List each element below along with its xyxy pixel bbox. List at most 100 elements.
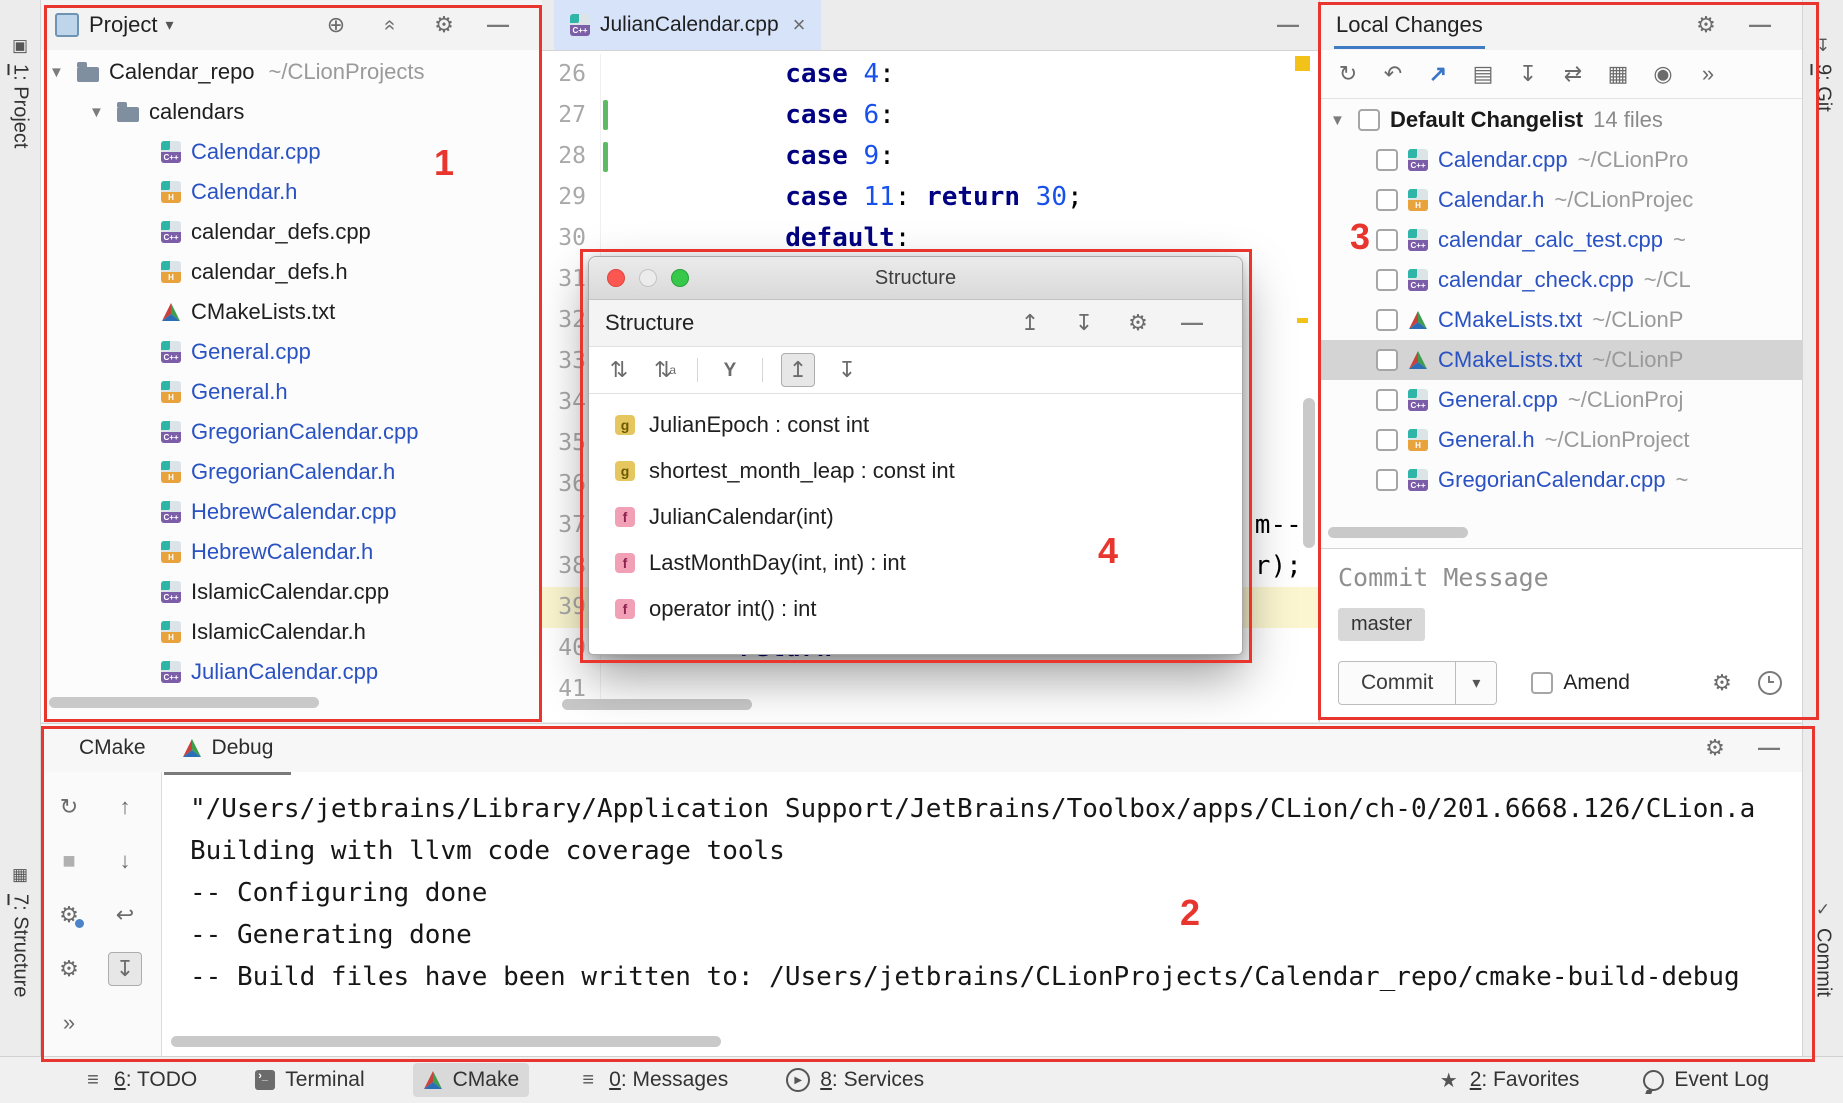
sort-icon[interactable]: ⇅	[605, 356, 633, 384]
changed-file-row[interactable]: C++Calendar.cpp~/CLionPro	[1320, 140, 1804, 180]
checkbox[interactable]	[1376, 309, 1398, 331]
amend-option[interactable]: Amend	[1531, 671, 1630, 695]
status-item-todo[interactable]: ≡6: TODO	[72, 1063, 207, 1097]
structure-window-titlebar[interactable]: Structure	[589, 257, 1242, 300]
status-item-favorites[interactable]: ★2: Favorites	[1428, 1063, 1590, 1098]
cmake-settings-icon[interactable]: ⚙	[55, 901, 83, 929]
project-file-row[interactable]: HGeneral.h	[41, 372, 542, 412]
code-line[interactable]: 27 case 6:	[542, 95, 1318, 136]
changelist-icon[interactable]: ▤	[1469, 60, 1497, 88]
gear-icon[interactable]: ⚙	[1708, 669, 1736, 697]
rollback-icon[interactable]: ↶	[1379, 60, 1407, 88]
update-icon[interactable]: ↧	[1514, 60, 1542, 88]
checkbox[interactable]	[1376, 149, 1398, 171]
preview-icon[interactable]: ◉	[1649, 60, 1677, 88]
changes-horizontal-scrollbar[interactable]	[1328, 527, 1468, 538]
gear-icon[interactable]: ⚙	[430, 11, 458, 39]
checkbox[interactable]	[1376, 429, 1398, 451]
changed-file-row[interactable]: HCalendar.h~/CLionProjec	[1320, 180, 1804, 220]
down-icon[interactable]: ↓	[111, 847, 139, 875]
status-item-services[interactable]: ▶8: Services	[776, 1063, 934, 1097]
soft-wrap-icon[interactable]: ↩	[111, 901, 139, 929]
locate-icon[interactable]: ⊕	[322, 11, 350, 39]
project-file-row[interactable]: HGregorianCalendar.h	[41, 452, 542, 492]
tree-folder-row[interactable]: calendars	[41, 92, 542, 132]
status-item-terminal[interactable]: Terminal	[245, 1063, 374, 1097]
more-icon[interactable]: »	[1694, 60, 1722, 88]
project-file-row[interactable]: C++calendar_defs.cpp	[41, 212, 542, 252]
up-icon[interactable]: ↑	[111, 793, 139, 821]
code-line[interactable]: 30 default:	[542, 218, 1318, 259]
filter-icon[interactable]: Y	[716, 356, 744, 384]
branch-badge[interactable]: master	[1338, 608, 1425, 641]
structure-popup-window[interactable]: Structure Structure ↥↧⚙— ⇅⇅Y↥↧ gJulianEp…	[588, 256, 1243, 655]
bar-down-icon[interactable]: ↧	[833, 356, 861, 384]
changed-file-row[interactable]: C++calendar_calc_test.cpp~	[1320, 220, 1804, 260]
tab-debug[interactable]: Debug	[164, 724, 292, 775]
group-by-icon[interactable]: ▦	[1604, 60, 1632, 88]
checkbox[interactable]	[1376, 189, 1398, 211]
cmake-console[interactable]: "/Users/jetbrains/Library/Application Su…	[162, 772, 1803, 1058]
gear-icon[interactable]: ⚙	[55, 955, 83, 983]
status-item-messages[interactable]: ≡0: Messages	[567, 1063, 738, 1097]
project-file-row[interactable]: HCalendar.h	[41, 172, 542, 212]
changelist-row[interactable]: Default Changelist14 files	[1320, 100, 1804, 140]
bar-up-icon[interactable]: ↥	[781, 353, 815, 387]
code-line[interactable]: 28 case 9:	[542, 136, 1318, 177]
stripe-git-button[interactable]: ↧9: Git	[1812, 34, 1835, 112]
project-file-row[interactable]: C++JulianCalendar.cpp	[41, 652, 542, 692]
checkbox[interactable]	[1376, 389, 1398, 411]
commit-message-input[interactable]: Commit Message	[1338, 563, 1786, 592]
hide-editor-icon[interactable]: —	[1274, 11, 1302, 39]
stripe-commit-button[interactable]: ✓Commit	[1812, 898, 1835, 997]
project-file-row[interactable]: Hcalendar_defs.h	[41, 252, 542, 292]
checkbox[interactable]	[1376, 349, 1398, 371]
changed-file-row[interactable]: C++GregorianCalendar.cpp~	[1320, 460, 1804, 500]
commit-dropdown-button[interactable]: ▾	[1456, 661, 1497, 705]
project-file-row[interactable]: C++General.cpp	[41, 332, 542, 372]
status-item-eventlog[interactable]: Event Log	[1633, 1063, 1779, 1097]
tree-root-row[interactable]: Calendar_repo~/CLionProjects	[41, 52, 542, 92]
sort-alpha-icon[interactable]: ⇅	[651, 356, 679, 384]
history-icon[interactable]	[1758, 671, 1782, 695]
move-icon[interactable]: ⇄	[1559, 60, 1587, 88]
expand-arrow-icon[interactable]	[49, 64, 67, 81]
tab-cmake[interactable]: CMake	[61, 724, 164, 775]
checkbox[interactable]	[1376, 229, 1398, 251]
project-file-row[interactable]: HHebrewCalendar.h	[41, 532, 542, 572]
minimize-icon[interactable]: —	[484, 11, 512, 39]
checkbox[interactable]	[1376, 269, 1398, 291]
refresh-icon[interactable]: ↻	[55, 793, 83, 821]
changed-file-row[interactable]: CMakeLists.txt~/CLionP	[1320, 340, 1804, 380]
expand-arrow-icon[interactable]	[89, 104, 107, 121]
chevron-down-icon[interactable]: ▾	[165, 15, 173, 35]
project-file-row[interactable]: C++HebrewCalendar.cpp	[41, 492, 542, 532]
zoom-window-icon[interactable]	[671, 269, 689, 287]
changed-file-row[interactable]: HGeneral.h~/CLionProject	[1320, 420, 1804, 460]
code-line[interactable]: 26 case 4:	[542, 54, 1318, 95]
amend-checkbox[interactable]	[1531, 672, 1553, 694]
commit-arrow-icon[interactable]: ↗	[1424, 60, 1452, 88]
status-item-cmake[interactable]: CMake	[413, 1063, 530, 1097]
project-file-row[interactable]: CMakeLists.txt	[41, 292, 542, 332]
structure-item[interactable]: foperator int() : int	[589, 586, 1242, 632]
changed-file-row[interactable]: C++calendar_check.cpp~/CL	[1320, 260, 1804, 300]
refresh-icon[interactable]: ↻	[1334, 60, 1362, 88]
checkbox[interactable]	[1358, 109, 1380, 131]
stripe-project-button[interactable]: ▣1: Project	[9, 34, 32, 148]
project-file-row[interactable]: C++GregorianCalendar.cpp	[41, 412, 542, 452]
scroll-end-icon[interactable]: ↧	[108, 952, 142, 986]
stripe-structure-button[interactable]: ▦7: Structure	[9, 864, 32, 997]
project-horizontal-scrollbar[interactable]	[49, 697, 319, 708]
project-file-row[interactable]: C++IslamicCalendar.cpp	[41, 572, 542, 612]
close-window-icon[interactable]	[607, 269, 625, 287]
changed-file-row[interactable]: C++General.cpp~/CLionProj	[1320, 380, 1804, 420]
changed-file-row[interactable]: CMakeLists.txt~/CLionP	[1320, 300, 1804, 340]
minimize-icon[interactable]: —	[1178, 309, 1206, 337]
checkbox[interactable]	[1376, 469, 1398, 491]
minimize-icon[interactable]: —	[1746, 11, 1774, 39]
structure-item[interactable]: fLastMonthDay(int, int) : int	[589, 540, 1242, 586]
minimize-window-icon[interactable]	[639, 269, 657, 287]
local-changes-tab[interactable]: Local Changes	[1334, 1, 1485, 49]
stop-icon[interactable]: ■	[55, 847, 83, 875]
